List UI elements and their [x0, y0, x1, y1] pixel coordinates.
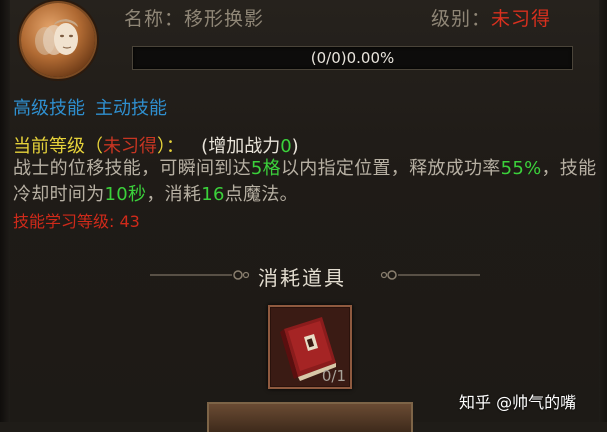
learn-level-requirement: 技能学习等级: 43	[13, 212, 140, 231]
skill-tags: 高级技能 主动技能	[13, 94, 167, 120]
desc-part-5: 点魔法。	[224, 184, 298, 205]
faces-icon	[35, 19, 78, 55]
current-level-suffix: ）：	[157, 136, 184, 157]
skill-level-prefix: 级别：	[431, 8, 492, 30]
skill-name: 移形换影	[184, 8, 265, 30]
desc-success-rate: 55%	[500, 158, 542, 179]
desc-cooldown: 10秒	[104, 184, 147, 205]
desc-range: 5格	[250, 158, 281, 179]
skill-icon	[21, 3, 95, 77]
skill-level-row: 级别：未习得	[431, 4, 551, 31]
consume-item-slot[interactable]: 0/1	[268, 305, 352, 389]
consume-items-title: 消耗道具	[258, 266, 346, 290]
power-prefix: (增加战力	[201, 136, 281, 157]
watermark: 知乎 @帅气的嘴	[459, 393, 577, 412]
divider-ornament-left	[150, 265, 250, 285]
desc-part-2: 以内指定位置，释放成功率	[280, 158, 501, 179]
skill-name-prefix: 名称：	[124, 8, 185, 30]
skill-kind-tag: 主动技能	[95, 98, 167, 119]
skill-description: 战士的位移技能，可瞬间到达5格以内指定位置，释放成功率55%，技能冷却时间为10…	[13, 156, 598, 208]
desc-part-4: ，消耗	[146, 184, 202, 205]
current-level-prefix: 当前等级（	[13, 136, 103, 157]
current-level-value: 未习得	[103, 136, 157, 157]
power-value: 0	[280, 136, 292, 157]
power-suffix: )	[291, 136, 299, 157]
desc-part-1: 战士的位移技能，可瞬间到达	[13, 158, 251, 179]
panel-left-edge	[0, 0, 10, 422]
current-level-row: 当前等级（未习得）： (增加战力0)	[13, 132, 299, 158]
panel-right-edge	[599, 0, 607, 422]
item-count: 0/1	[321, 367, 346, 385]
skill-level-value: 未习得	[491, 8, 552, 30]
desc-mana-cost: 16	[201, 184, 225, 205]
skill-name-row: 名称：移形换影	[124, 4, 264, 31]
progress-text: (0/0)0.00%	[310, 49, 395, 67]
skill-progress-bar: (0/0)0.00%	[132, 46, 573, 70]
divider-ornament-right	[380, 265, 480, 285]
skill-grade-tag: 高级技能	[13, 98, 85, 119]
learn-button[interactable]	[207, 402, 413, 432]
